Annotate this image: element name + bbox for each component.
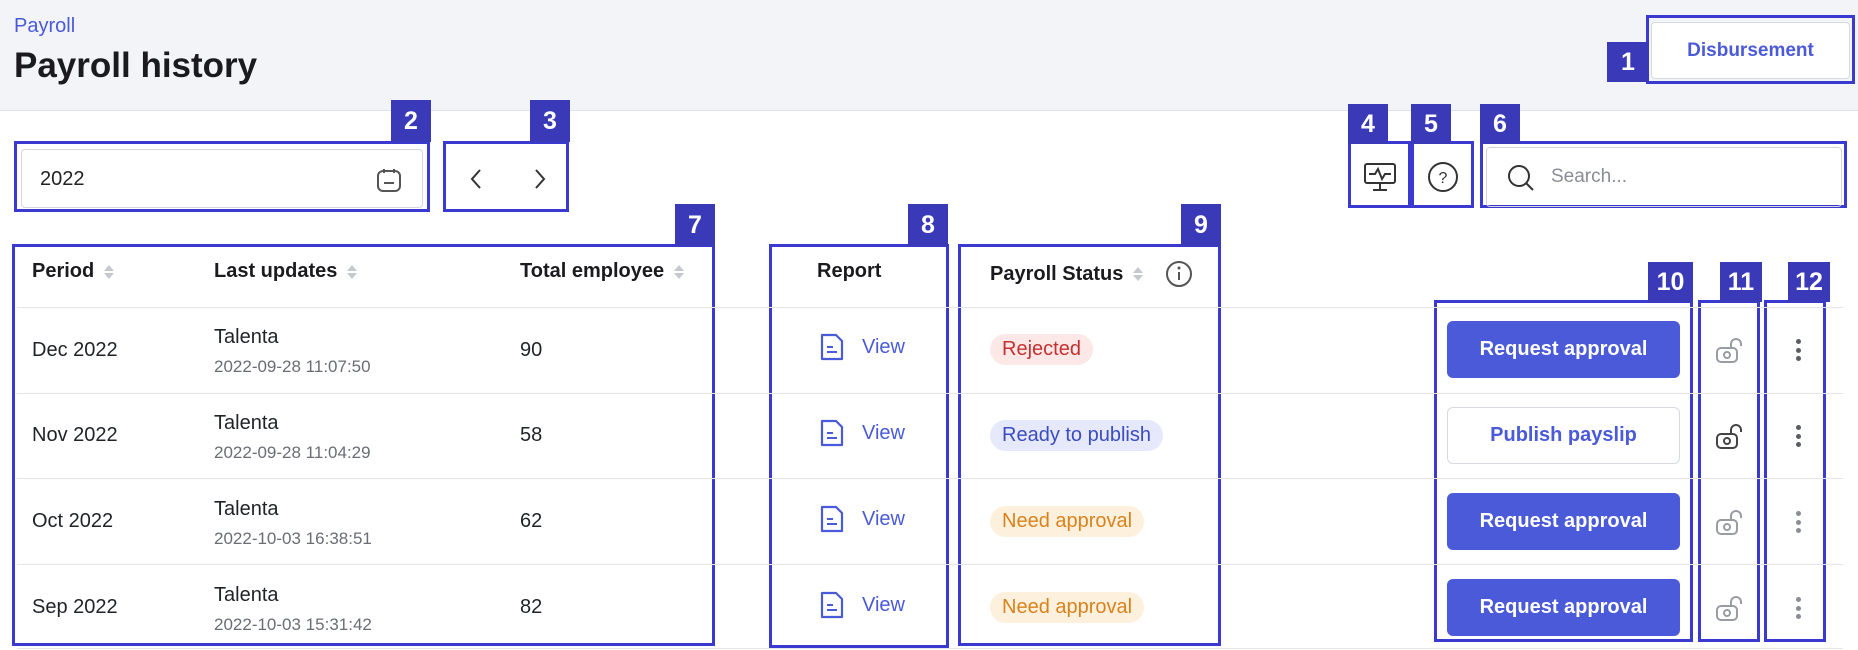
updated-at-cell: 2022-10-03 16:38:51 — [214, 529, 372, 548]
request-approval-button[interactable]: Request approval — [1447, 321, 1680, 378]
request-approval-button[interactable]: Request approval — [1447, 493, 1680, 550]
total-employee-cell: 82 — [520, 596, 543, 618]
column-total-employee[interactable]: Total employee — [520, 260, 685, 283]
annotation-label-11: 11 — [1720, 262, 1762, 302]
column-last-updates[interactable]: Last updates — [214, 260, 358, 283]
view-label: View — [862, 335, 905, 358]
breadcrumb[interactable]: Payroll — [14, 15, 75, 38]
period-cell: Dec 2022 — [32, 339, 118, 361]
status-badge: Need approval — [990, 506, 1145, 537]
status-badge: Ready to publish — [990, 420, 1163, 451]
status-badge: Rejected — [990, 334, 1093, 365]
annotation-label-5: 5 — [1411, 104, 1451, 144]
calendar-icon[interactable] — [376, 167, 402, 193]
column-report: Report — [817, 260, 881, 283]
chevron-right-icon — [535, 168, 546, 189]
annotation-label-1: 1 — [1607, 42, 1649, 82]
more-options-icon[interactable] — [1790, 335, 1806, 365]
view-report-link[interactable]: View — [818, 590, 905, 620]
prev-year-button[interactable] — [446, 149, 506, 208]
page-header: Payroll Payroll history Disbursement — [0, 0, 1858, 111]
annotation-label-2: 2 — [391, 100, 431, 142]
period-cell: Nov 2022 — [32, 424, 118, 446]
sort-icon[interactable] — [347, 264, 358, 280]
unlock-icon[interactable] — [1714, 335, 1744, 365]
sort-icon[interactable] — [1133, 266, 1144, 282]
row-divider — [17, 564, 1843, 565]
annotation-label-3: 3 — [530, 100, 570, 142]
annotation-label-12: 12 — [1788, 262, 1830, 302]
document-icon — [820, 419, 844, 447]
row-divider — [17, 478, 1843, 479]
search-field[interactable] — [1486, 147, 1842, 207]
help-icon: ? — [1428, 162, 1458, 192]
period-cell: Oct 2022 — [32, 510, 114, 532]
column-payroll-status-label: Payroll Status — [990, 262, 1124, 285]
total-employee-cell: 62 — [520, 510, 543, 532]
column-period[interactable]: Period — [32, 260, 115, 283]
help-button[interactable]: ? — [1414, 147, 1472, 207]
annotation-label-4: 4 — [1348, 104, 1388, 144]
view-label: View — [862, 507, 905, 530]
updated-by-cell: Talenta — [214, 584, 279, 606]
row-divider — [17, 648, 1843, 649]
view-report-link[interactable]: View — [818, 418, 905, 448]
svg-text:?: ? — [1439, 170, 1448, 187]
request-approval-button[interactable]: Request approval — [1447, 579, 1680, 636]
period-cell: Sep 2022 — [32, 596, 118, 618]
monitor-button[interactable] — [1351, 147, 1409, 207]
status-badge: Need approval — [990, 592, 1145, 623]
updated-by-cell: Talenta — [214, 412, 279, 434]
column-report-label: Report — [817, 260, 882, 282]
annotation-label-10: 10 — [1648, 262, 1693, 302]
column-period-label: Period — [32, 260, 95, 282]
more-options-icon[interactable] — [1790, 593, 1806, 623]
sort-icon[interactable] — [104, 264, 115, 280]
document-icon — [820, 591, 844, 619]
page-title: Payroll history — [14, 46, 258, 85]
info-icon[interactable] — [1165, 260, 1193, 288]
sort-icon[interactable] — [674, 264, 685, 280]
search-icon — [1508, 165, 1534, 191]
document-icon — [820, 333, 844, 361]
updated-at-cell: 2022-10-03 15:31:42 — [214, 615, 372, 634]
unlock-icon[interactable] — [1714, 507, 1744, 537]
chevron-left-icon — [470, 168, 481, 189]
header-divider — [17, 307, 1843, 308]
view-label: View — [862, 593, 905, 616]
column-last-updates-label: Last updates — [214, 260, 338, 282]
updated-by-cell: Talenta — [214, 326, 279, 348]
monitor-icon — [1364, 163, 1396, 191]
publish-payslip-button[interactable]: Publish payslip — [1447, 407, 1680, 464]
annotation-label-9: 9 — [1181, 204, 1221, 246]
column-total-employee-label: Total employee — [520, 260, 665, 282]
column-payroll-status[interactable]: Payroll Status — [990, 260, 1193, 288]
updated-at-cell: 2022-09-28 11:07:50 — [214, 357, 371, 376]
unlock-icon[interactable] — [1714, 421, 1744, 451]
year-value: 2022 — [40, 168, 85, 190]
annotation-label-8: 8 — [908, 204, 948, 246]
view-report-link[interactable]: View — [818, 332, 905, 362]
total-employee-cell: 90 — [520, 339, 543, 361]
more-options-icon[interactable] — [1790, 421, 1806, 451]
next-year-button[interactable] — [510, 149, 570, 208]
annotation-label-7: 7 — [675, 204, 715, 246]
more-options-icon[interactable] — [1790, 507, 1806, 537]
view-label: View — [862, 421, 905, 444]
annotation-box-1 — [1646, 15, 1855, 84]
updated-at-cell: 2022-09-28 11:04:29 — [214, 443, 371, 462]
unlock-icon[interactable] — [1714, 593, 1744, 623]
document-icon — [820, 505, 844, 533]
search-input[interactable] — [1551, 162, 1821, 192]
view-report-link[interactable]: View — [818, 504, 905, 534]
year-picker[interactable]: 2022 — [21, 149, 423, 208]
total-employee-cell: 58 — [520, 424, 543, 446]
annotation-label-6: 6 — [1480, 104, 1520, 144]
updated-by-cell: Talenta — [214, 498, 279, 520]
row-divider — [17, 393, 1843, 394]
